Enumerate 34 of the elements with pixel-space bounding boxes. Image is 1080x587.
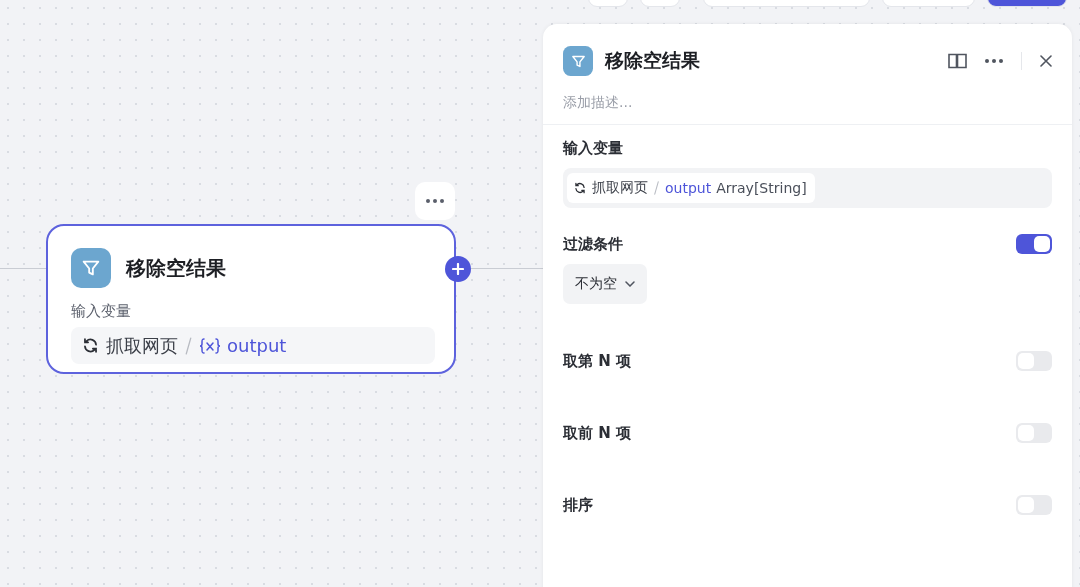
more-icon — [426, 199, 444, 203]
variable-name: output — [665, 180, 712, 196]
plus-icon — [452, 263, 464, 275]
variable-name: output — [227, 335, 287, 356]
variable-icon — [199, 335, 221, 356]
workflow-node[interactable]: 移除空结果 输入变量 抓取网页 output — [46, 224, 456, 374]
more-icon — [985, 59, 1003, 63]
add-button[interactable] — [445, 256, 471, 282]
source-name: 抓取网页 — [106, 333, 178, 358]
variable-field[interactable]: 抓取网页 output Array[String] — [563, 168, 1052, 208]
option-label: 排序 — [563, 495, 593, 515]
more-button[interactable] — [985, 59, 1003, 63]
slash-separator — [653, 181, 660, 195]
slash-separator — [184, 336, 193, 355]
refresh-icon — [573, 181, 587, 195]
description-field[interactable]: 添加描述... — [563, 94, 863, 110]
panel-title: 移除空结果 — [605, 48, 700, 73]
condition-dropdown[interactable]: 不为空 — [563, 264, 647, 304]
book-icon[interactable] — [948, 52, 967, 70]
input-label: 输入变量 — [71, 302, 132, 321]
toggle-switch[interactable] — [1016, 234, 1052, 254]
option-label: 取前 N 项 — [563, 423, 631, 443]
more-button[interactable] — [415, 182, 455, 220]
edge-line — [0, 268, 46, 269]
edge-line — [471, 268, 543, 269]
option-label: 取第 N 项 — [563, 351, 631, 371]
node-title: 移除空结果 — [126, 254, 226, 282]
close-icon[interactable] — [1040, 55, 1052, 67]
chevron-down-icon — [625, 281, 635, 287]
filter-label: 过滤条件 — [563, 234, 623, 254]
source-name: 抓取网页 — [592, 179, 648, 197]
input-label: 输入变量 — [563, 139, 624, 158]
refresh-icon — [81, 336, 100, 355]
variable-type: Array[String] — [716, 180, 807, 196]
